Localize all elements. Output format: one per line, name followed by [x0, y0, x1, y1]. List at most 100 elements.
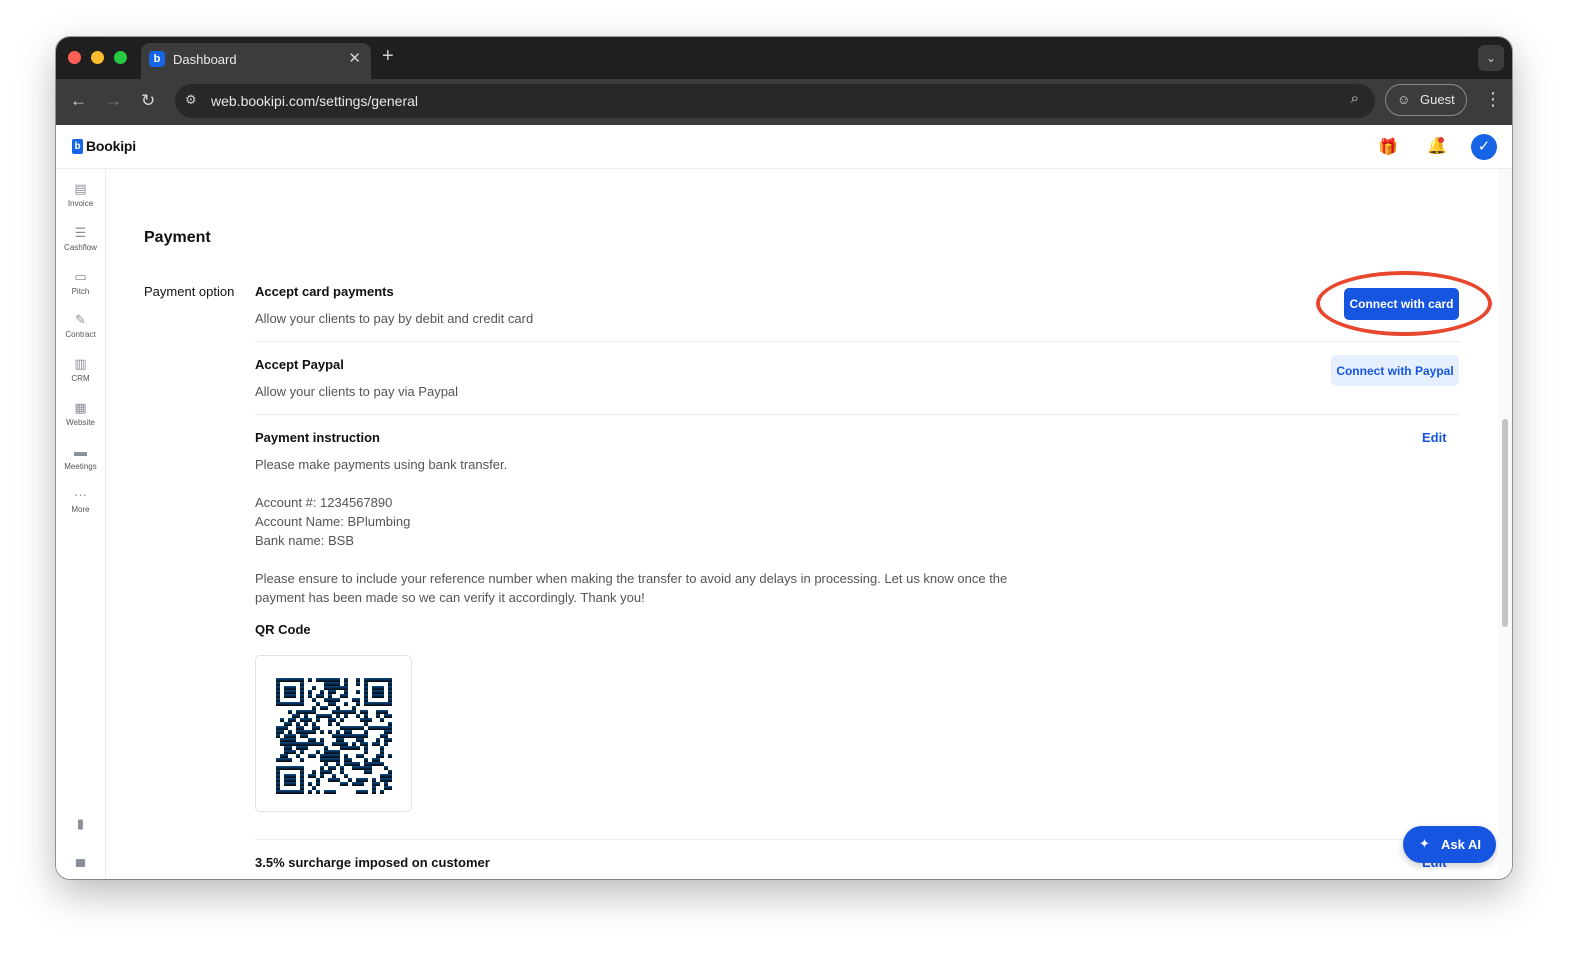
qr-module: [328, 694, 332, 698]
qr-module: [292, 718, 296, 722]
qr-module: [276, 730, 280, 734]
close-window-button[interactable]: [68, 51, 81, 64]
reports-icon: ▮: [76, 816, 85, 831]
address-bar[interactable]: ⚙ web.bookipi.com/settings/general ⌕: [175, 84, 1375, 118]
qr-module: [336, 742, 340, 746]
qr-module: [288, 710, 292, 714]
qr-module: [340, 738, 344, 742]
qr-module: [352, 734, 356, 738]
notification-dot: [1438, 137, 1444, 143]
qr-module: [356, 698, 360, 702]
tab-search-chevron-icon[interactable]: ⌄: [1478, 45, 1504, 71]
back-arrow-icon[interactable]: ←: [70, 91, 87, 111]
qr-module: [340, 770, 344, 774]
browser-tab[interactable]: b Dashboard ✕: [141, 43, 371, 79]
meetings-icon: ▬: [74, 444, 87, 459]
user-avatar-check-icon[interactable]: ✓: [1471, 134, 1497, 160]
qr-module: [300, 694, 304, 698]
sidebar-item-more[interactable]: ··· More: [56, 487, 105, 514]
reload-icon[interactable]: ↻: [141, 91, 155, 111]
qr-module: [372, 686, 376, 690]
qr-module: [280, 678, 284, 682]
qr-module: [336, 722, 340, 726]
forward-arrow-icon[interactable]: →: [105, 91, 122, 111]
qr-module: [380, 718, 384, 722]
zoom-search-icon[interactable]: ⌕: [1351, 90, 1359, 107]
qr-module: [312, 686, 316, 690]
qr-module: [328, 790, 332, 794]
qr-module: [356, 702, 360, 706]
qr-module: [280, 766, 284, 770]
connect-with-paypal-button[interactable]: Connect with Paypal: [1331, 355, 1459, 386]
qr-module: [380, 702, 384, 706]
qr-module: [376, 726, 380, 730]
sidebar-item-bank[interactable]: ▄: [56, 851, 105, 866]
qr-module: [316, 790, 320, 794]
qr-module: [372, 778, 376, 782]
sidebar-item-crm[interactable]: ▥ CRM: [56, 356, 105, 383]
sidebar-item-reports[interactable]: ▮: [56, 816, 105, 831]
qr-module: [308, 774, 312, 778]
qr-module: [284, 726, 288, 730]
site-settings-icon[interactable]: ⚙: [185, 92, 197, 108]
profile-guest-button[interactable]: ☺ Guest: [1385, 84, 1467, 116]
qr-module: [300, 690, 304, 694]
qr-module: [388, 774, 392, 778]
sidebar-item-contract[interactable]: ✎ Contract: [56, 312, 105, 339]
sidebar-item-pitch[interactable]: ▭ Pitch: [56, 269, 105, 296]
qr-module: [328, 766, 332, 770]
qr-module: [384, 730, 388, 734]
bank-name: Bank name: BSB: [255, 533, 354, 548]
new-tab-icon[interactable]: +: [382, 45, 394, 68]
browser-menu-icon[interactable]: ⋮: [1484, 89, 1502, 110]
qr-module: [292, 702, 296, 706]
edit-instruction-link[interactable]: Edit: [1422, 430, 1447, 445]
qr-module: [356, 738, 360, 742]
sidebar-item-website[interactable]: ▦ Website: [56, 400, 105, 427]
ask-ai-button[interactable]: ✦ Ask AI: [1403, 826, 1496, 863]
qr-module: [348, 730, 352, 734]
qr-module: [312, 774, 316, 778]
qr-module: [304, 734, 308, 738]
qr-module: [348, 734, 352, 738]
connect-with-card-button[interactable]: Connect with card: [1344, 288, 1459, 320]
maximize-window-button[interactable]: [114, 51, 127, 64]
gift-icon[interactable]: 🎁: [1378, 137, 1398, 157]
qr-module: [356, 734, 360, 738]
qr-module: [352, 782, 356, 786]
scrollbar-thumb[interactable]: [1502, 419, 1508, 627]
page-scrollbar[interactable]: [1498, 169, 1512, 879]
sidebar-label: Contract: [65, 330, 96, 339]
sidebar-item-cashflow[interactable]: ☰ Cashflow: [56, 225, 105, 252]
sidebar-item-meetings[interactable]: ▬ Meetings: [56, 444, 105, 471]
qr-module: [340, 686, 344, 690]
qr-module: [372, 694, 376, 698]
qr-module: [340, 694, 344, 698]
url-text[interactable]: web.bookipi.com/settings/general: [211, 93, 418, 109]
qr-module: [308, 742, 312, 746]
qr-module: [364, 758, 368, 762]
minimize-window-button[interactable]: [91, 51, 104, 64]
qr-module: [336, 710, 340, 714]
qr-module: [344, 702, 348, 706]
qr-module: [300, 778, 304, 782]
qr-module: [356, 690, 360, 694]
qr-module: [384, 702, 388, 706]
qr-module: [312, 722, 316, 726]
qr-module: [356, 762, 360, 766]
qr-module: [344, 754, 348, 758]
qr-module: [320, 706, 324, 710]
qr-module: [296, 746, 300, 750]
qr-module: [316, 714, 320, 718]
qr-module: [380, 746, 384, 750]
qr-module: [312, 786, 316, 790]
qr-module: [340, 746, 344, 750]
qr-module: [296, 754, 300, 758]
notification-bell-icon[interactable]: 🔔: [1427, 136, 1447, 156]
sidebar-item-invoice[interactable]: ▤ Invoice: [56, 181, 105, 208]
qr-module: [280, 758, 284, 762]
qr-module: [336, 682, 340, 686]
close-tab-icon[interactable]: ✕: [348, 49, 361, 67]
qr-module: [348, 726, 352, 730]
qr-module: [360, 790, 364, 794]
